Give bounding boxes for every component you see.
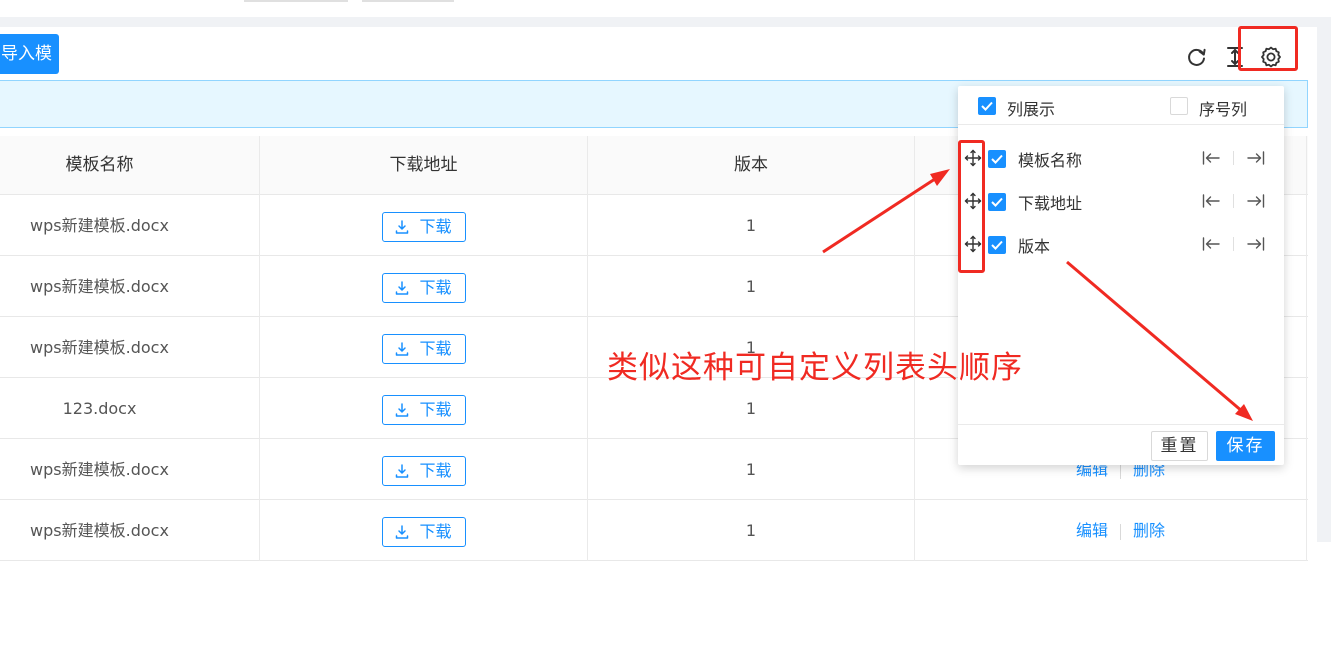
fix-divider (1233, 237, 1234, 251)
fix-right-icon[interactable] (1246, 148, 1266, 168)
show-columns-label: 列展示 (1007, 100, 1056, 119)
download-icon (396, 219, 409, 234)
column-setting-item: 下载地址 (958, 180, 1284, 222)
column-header-name[interactable]: 模板名称 (0, 136, 260, 195)
download-icon (396, 463, 409, 478)
action-divider (1120, 523, 1121, 540)
right-gutter (1317, 27, 1331, 542)
fix-left-icon[interactable] (1201, 234, 1221, 254)
column-setting-item: 模板名称 (958, 137, 1284, 179)
fix-divider (1233, 151, 1234, 165)
top-header-area (0, 0, 1331, 17)
column-setting-label: 下载地址 (1018, 194, 1083, 213)
download-cell: 下载 (260, 378, 588, 439)
table-row: wps新建模板.docx 下载 1 编辑 删除 (0, 500, 1308, 561)
reset-button[interactable]: 重置 (1151, 431, 1208, 461)
download-cell: 下载 (260, 256, 588, 317)
download-cell: 下载 (260, 317, 588, 378)
template-name-cell: wps新建模板.docx (0, 195, 260, 256)
download-label: 下载 (419, 460, 452, 480)
index-column-label: 序号列 (1199, 100, 1248, 119)
column-header-version[interactable]: 版本 (588, 136, 915, 195)
template-name-cell: 123.docx (0, 378, 260, 439)
download-button[interactable]: 下载 (381, 455, 466, 486)
download-label: 下载 (419, 338, 452, 358)
column-setting-item: 版本 (958, 223, 1284, 265)
annotation-text: 类似这种可自定义列表头顺序 (607, 350, 1023, 386)
fix-right-icon[interactable] (1246, 191, 1266, 211)
header-tab-fragment (244, 0, 348, 2)
delete-link[interactable]: 删除 (1133, 521, 1165, 540)
version-cell: 1 (588, 500, 915, 561)
column-header-download[interactable]: 下载地址 (260, 136, 588, 195)
setting-icon-highlight (1238, 26, 1298, 71)
fix-divider (1233, 194, 1234, 208)
column-settings-popover: 列展示 序号列 模板名称下载地址版本 重置 保存 (958, 86, 1284, 465)
column-setting-label: 版本 (1018, 237, 1051, 256)
fix-buttons (1201, 234, 1266, 254)
download-icon (396, 341, 409, 356)
column-visible-checkbox[interactable] (988, 150, 1006, 168)
download-icon (396, 524, 409, 539)
download-icon (396, 280, 409, 295)
template-name-cell: wps新建模板.docx (0, 500, 260, 561)
download-label: 下载 (419, 521, 452, 541)
version-cell: 1 (588, 195, 915, 256)
download-cell: 下载 (260, 195, 588, 256)
fix-left-icon[interactable] (1201, 191, 1221, 211)
version-cell: 1 (588, 256, 915, 317)
download-button[interactable]: 下载 (381, 516, 466, 547)
reload-icon[interactable] (1184, 44, 1210, 70)
actions-cell: 编辑 删除 (915, 500, 1307, 561)
template-name-cell: wps新建模板.docx (0, 317, 260, 378)
column-settings-footer: 重置 保存 (958, 424, 1284, 465)
save-button[interactable]: 保存 (1216, 431, 1275, 461)
fix-buttons (1201, 191, 1266, 211)
download-cell: 下载 (260, 500, 588, 561)
edit-link[interactable]: 编辑 (1076, 521, 1108, 540)
column-visible-checkbox[interactable] (988, 236, 1006, 254)
version-cell: 1 (588, 378, 915, 439)
download-button[interactable]: 下载 (381, 211, 466, 242)
fix-buttons (1201, 148, 1266, 168)
top-strip (0, 0, 1331, 27)
download-label: 下载 (419, 216, 452, 236)
download-icon (396, 402, 409, 417)
template-name-cell: wps新建模板.docx (0, 439, 260, 500)
download-label: 下载 (419, 399, 452, 419)
download-button[interactable]: 下载 (381, 394, 466, 425)
version-cell: 1 (588, 439, 915, 500)
header-tab-fragment (362, 0, 454, 2)
download-cell: 下载 (260, 439, 588, 500)
column-visible-checkbox[interactable] (988, 193, 1006, 211)
fix-right-icon[interactable] (1246, 234, 1266, 254)
column-setting-label: 模板名称 (1018, 151, 1083, 170)
download-label: 下载 (419, 277, 452, 297)
drag-handles-highlight (958, 140, 985, 273)
fix-left-icon[interactable] (1201, 148, 1221, 168)
download-button[interactable]: 下载 (381, 333, 466, 364)
show-columns-checkbox[interactable] (978, 97, 996, 115)
download-button[interactable]: 下载 (381, 272, 466, 303)
index-column-checkbox[interactable] (1170, 97, 1188, 115)
column-settings-header: 列展示 序号列 (958, 86, 1284, 125)
import-template-button[interactable]: 导入模板 (0, 34, 59, 104)
template-name-cell: wps新建模板.docx (0, 256, 260, 317)
